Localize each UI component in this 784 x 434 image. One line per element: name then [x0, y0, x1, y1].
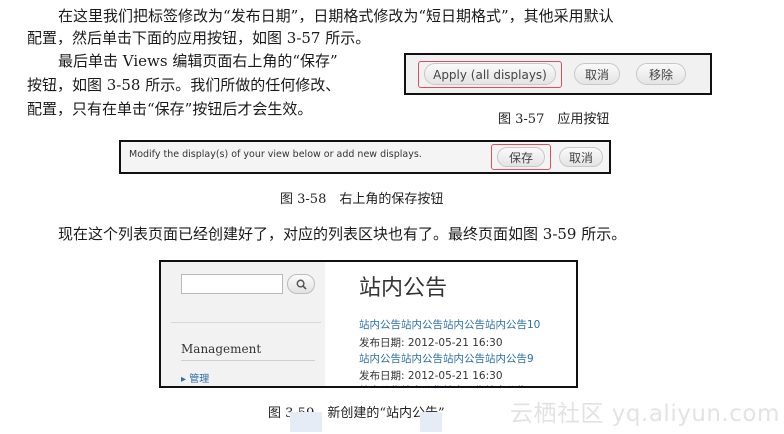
admin-menu-link[interactable]: ▸ 管理 [181, 370, 209, 385]
paragraph-1-line-1: 在这里我们把标签修改为“发布日期”，日期格式修改为“短日期格式”，其他采用默认 [58, 7, 614, 25]
search-input[interactable] [181, 274, 283, 294]
notice-item-title[interactable]: 站内公告站内公告站内公告站内公告10 [359, 317, 540, 332]
page-title: 站内公告 [359, 276, 448, 301]
cancel-button[interactable]: 取消 [574, 63, 620, 85]
watermark-text: 云栖社区 yq.aliyun.com [510, 401, 780, 427]
remove-button[interactable]: 移除 [636, 63, 686, 85]
modify-display-message: Modify the display(s) of your view below… [129, 149, 422, 160]
save-button[interactable]: 保存 [497, 147, 545, 167]
search-icon [296, 279, 307, 290]
apply-all-displays-button[interactable]: Apply (all displays) [424, 63, 556, 85]
paragraph-2-line-1: 最后单击 Views 编辑页面右上角的“保存” [58, 52, 338, 70]
notice-item-title[interactable]: 站内公告站内公告站内公告站内公告9 [359, 351, 534, 366]
figure-3-59-site-notice-page: Management ▸ 管理 站内公告 站内公告站内公告站内公告站内公告10 … [159, 260, 578, 388]
management-heading: Management [181, 342, 262, 356]
figure-3-58-save-bar: Modify the display(s) of your view below… [119, 140, 611, 174]
figure-3-58-caption: 图 3-58 右上角的保存按钮 [280, 192, 444, 207]
notice-item-date: 发布日期: 2012-05-21 16:30 [359, 337, 503, 349]
search-button[interactable] [287, 274, 315, 294]
sidebar-divider [171, 322, 321, 323]
paragraph-2-line-3: 配置，只有在单击“保存”按钮后才会生效。 [27, 100, 313, 118]
notice-item-title-partial[interactable]: 站内公告站内公告站内公告站内公告9 [359, 383, 534, 386]
figure-3-57-caption: 图 3-57 应用按钮 [498, 112, 610, 127]
paragraph-1-line-2: 配置，然后单击下面的应用按钮，如图 3-57 所示。 [27, 29, 371, 47]
notice-item-date: 发布日期: 2012-05-21 16:30 [359, 370, 503, 382]
figure-3-57-apply-buttons: Apply (all displays) 取消 移除 [404, 53, 712, 95]
cancel-button[interactable]: 取消 [559, 147, 603, 167]
scan-artifact [420, 412, 442, 432]
management-rule [181, 360, 315, 361]
paragraph-2-line-2: 按钮，如图 3-58 所示。我们所做的任何修改、 [27, 76, 341, 94]
sidebar: Management ▸ 管理 [161, 262, 325, 386]
paragraph-3-line-1: 现在这个列表页面已经创建好了，对应的列表区块也有了。最终页面如图 3-59 所示… [58, 225, 627, 243]
scan-artifact [290, 412, 322, 432]
